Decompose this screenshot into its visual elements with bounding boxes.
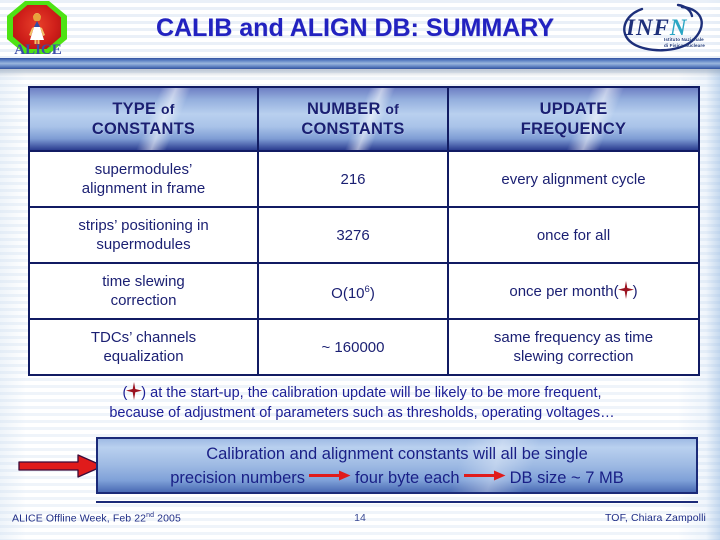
column-header-number-of-constants: NUMBER of CONSTANTS bbox=[257, 86, 449, 152]
alice-logo: ALICE bbox=[4, 0, 70, 60]
cell-number-1: 216 bbox=[257, 150, 449, 208]
cell-type-3-line1: time slewing bbox=[102, 273, 185, 290]
slide-footer: ALICE Offline Week, Feb 22nd 2005 14 TOF… bbox=[0, 509, 720, 533]
cell-type-1-line1: supermodules’ bbox=[94, 161, 193, 178]
cell-frequency-2: once for all bbox=[447, 206, 700, 264]
pointer-arrow-icon bbox=[18, 454, 104, 478]
column-header-update-line1: UPDATE bbox=[539, 100, 608, 118]
table-row: time slewing correction O(106) once per … bbox=[28, 262, 700, 320]
alice-logo-wordmark: ALICE bbox=[14, 42, 62, 58]
inline-arrow-icon-2 bbox=[463, 470, 506, 480]
infn-logo: INFN Istituto Nazionale di Fisica Nuclea… bbox=[612, 3, 716, 57]
cell-type-4-line1: TDCs’ channels bbox=[90, 329, 197, 346]
footnote: () at the start-up, the calibration upda… bbox=[42, 382, 682, 423]
inline-arrow-icon-1 bbox=[309, 470, 351, 480]
cell-number-3: O(106) bbox=[257, 262, 449, 320]
footer-author-label: TOF, Chiara Zampolli bbox=[604, 512, 706, 524]
cell-type-2-line1: strips’ positioning in bbox=[78, 217, 209, 234]
callout-line2-part2: four byte each bbox=[355, 468, 460, 487]
constants-summary-table: TYPE of CONSTANTS NUMBER of CONSTANTS UP… bbox=[28, 86, 700, 376]
callout-text: Calibration and alignment constants will… bbox=[98, 442, 696, 490]
cell-type-4-line2: equalization bbox=[103, 348, 184, 365]
column-header-type-of: of bbox=[161, 101, 175, 117]
slide-canvas: ALICE CALIB and ALIGN DB: SUMMARY INFN I… bbox=[0, 0, 720, 540]
footer-divider bbox=[96, 501, 698, 503]
cell-frequency-4: same frequency as time slewing correctio… bbox=[447, 318, 700, 376]
page-title: CALIB and ALIGN DB: SUMMARY bbox=[155, 14, 555, 42]
table-header-row: TYPE of CONSTANTS NUMBER of CONSTANTS UP… bbox=[28, 86, 700, 152]
column-header-number-line1: NUMBER bbox=[306, 100, 381, 118]
cell-frequency-4-line1: same frequency as time bbox=[493, 329, 654, 346]
cell-type-3: time slewing correction bbox=[28, 262, 259, 320]
sparkle-star-icon bbox=[617, 281, 634, 299]
column-header-number-line2: CONSTANTS bbox=[301, 120, 405, 138]
infn-subtitle: Istituto Nazionale di Fisica Nucleare bbox=[664, 37, 705, 49]
sparkle-star-icon bbox=[126, 382, 143, 400]
column-header-type-line1: TYPE bbox=[112, 100, 157, 118]
cell-frequency-4-line2: slewing correction bbox=[513, 348, 634, 365]
column-header-type-line2: CONSTANTS bbox=[91, 120, 196, 138]
callout-line2-part3: DB size ~ 7 MB bbox=[509, 468, 624, 487]
callout-line1: Calibration and alignment constants will… bbox=[206, 444, 588, 463]
table-row: TDCs’ channels equalization ~ 160000 sam… bbox=[28, 318, 700, 376]
table-row: strips’ positioning in supermodules 3276… bbox=[28, 206, 700, 264]
column-header-update-frequency: UPDATE FREQUENCY bbox=[447, 86, 700, 152]
cell-frequency-3-close: ) bbox=[632, 283, 638, 300]
cell-type-4: TDCs’ channels equalization bbox=[28, 318, 259, 376]
column-header-number-of: of bbox=[385, 101, 400, 117]
callout-box: Calibration and alignment constants will… bbox=[96, 437, 698, 494]
cell-number-3-base: O(10 bbox=[331, 284, 365, 302]
cell-type-3-line2: correction bbox=[110, 292, 177, 309]
cell-type-1-line2: alignment in frame bbox=[81, 180, 206, 197]
header-divider-shadow bbox=[0, 69, 720, 77]
cell-frequency-1: every alignment cycle bbox=[447, 150, 700, 208]
alice-logo-figure-icon bbox=[29, 13, 45, 44]
footnote-line1: at the start-up, the calibration update … bbox=[146, 385, 602, 401]
table-row: supermodules’ alignment in frame 216 eve… bbox=[28, 150, 700, 208]
cell-number-3-suffix: ) bbox=[369, 284, 375, 302]
cell-type-2: strips’ positioning in supermodules bbox=[28, 206, 259, 264]
cell-number-2: 3276 bbox=[257, 206, 449, 264]
cell-frequency-3-text: once per month( bbox=[509, 283, 619, 300]
footnote-line2: because of adjustment of parameters such… bbox=[109, 405, 615, 421]
cell-type-2-line2: supermodules bbox=[96, 236, 191, 253]
column-header-update-line2: FREQUENCY bbox=[520, 120, 627, 138]
header-divider-bar bbox=[0, 58, 720, 69]
cell-number-4: ~ 160000 bbox=[257, 318, 449, 376]
callout-line2-part1: precision numbers bbox=[170, 468, 306, 487]
cell-frequency-3: once per month() bbox=[447, 262, 700, 320]
infn-subtitle-line2: di Fisica Nucleare bbox=[664, 43, 705, 48]
cell-type-1: supermodules’ alignment in frame bbox=[28, 150, 259, 208]
column-header-type-of-constants: TYPE of CONSTANTS bbox=[28, 86, 259, 152]
